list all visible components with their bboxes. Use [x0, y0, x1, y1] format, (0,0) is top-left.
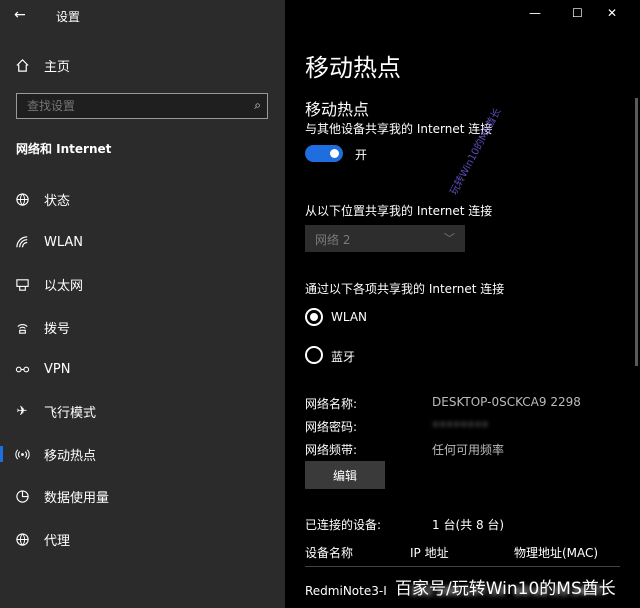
cell-device-name: RedmiNote3-I	[305, 584, 387, 598]
search-box[interactable]: ⌕	[16, 93, 268, 119]
sidebar-item-status[interactable]: 状态	[0, 181, 285, 217]
sidebar-item-vpn[interactable]: VPN	[0, 351, 285, 387]
ethernet-icon	[14, 276, 30, 292]
sidebar-item-label: 数据使用量	[44, 490, 110, 506]
column-device-name: 设备名称	[305, 546, 354, 560]
wifi-icon	[14, 234, 30, 250]
sidebar-item-label: 移动热点	[44, 448, 97, 464]
sidebar: ← 设置 主页 ⌕ 网络和 Internet 状态 WLAN 以太网 拨号	[0, 0, 285, 608]
hotspot-icon	[14, 446, 30, 462]
edit-button[interactable]: 编辑	[305, 461, 385, 489]
maximize-icon[interactable]: ☐	[572, 6, 583, 20]
column-ip-address: IP 地址	[410, 546, 449, 560]
radio-bluetooth-label: 蓝牙	[331, 350, 356, 364]
chevron-down-icon: ﹀	[444, 232, 455, 245]
sidebar-item-label: VPN	[44, 361, 71, 377]
toggle-state-label: 开	[355, 148, 368, 162]
scrollbar[interactable]	[635, 98, 638, 366]
page-title: 移动热点	[305, 54, 401, 82]
radio-wlan[interactable]	[305, 308, 323, 326]
sidebar-item-label: 状态	[44, 193, 71, 209]
minimize-icon[interactable]: —	[529, 6, 541, 20]
section-heading: 移动热点	[305, 100, 370, 119]
sidebar-item-label: 以太网	[44, 278, 84, 294]
network-name-label: 网络名称:	[305, 397, 358, 411]
dialup-icon	[14, 319, 30, 335]
toggle-knob	[330, 149, 339, 158]
nav-home[interactable]: 主页	[0, 47, 285, 83]
nav-home-label: 主页	[44, 59, 71, 75]
data-usage-icon	[14, 488, 30, 504]
proxy-globe-icon	[14, 531, 30, 547]
sidebar-item-wlan[interactable]: WLAN	[0, 224, 285, 260]
main-panel: — ☐ ✕ 移动热点 移动热点 与其他设备共享我的 Internet 连接 开 …	[285, 0, 640, 608]
vpn-icon	[14, 361, 30, 377]
diagonal-watermark: 玩转Win10的MS酋长	[448, 106, 504, 198]
search-icon[interactable]: ⌕	[254, 98, 261, 113]
share-from-label: 从以下位置共享我的 Internet 连接	[305, 204, 493, 218]
sidebar-item-hotspot[interactable]: 移动热点	[0, 436, 285, 472]
radio-wlan-label: WLAN	[331, 310, 368, 324]
sidebar-item-proxy[interactable]: 代理	[0, 521, 285, 557]
share-over-label: 通过以下各项共享我的 Internet 连接	[305, 282, 505, 296]
network-password-value: ••••••••	[432, 418, 489, 432]
connected-devices-label: 已连接的设备:	[305, 518, 382, 532]
close-icon[interactable]: ✕	[607, 6, 617, 20]
table-divider	[305, 566, 620, 567]
share-label: 与其他设备共享我的 Internet 连接	[305, 122, 493, 136]
connected-devices-value: 1 台(共 8 台)	[432, 518, 505, 532]
home-icon	[14, 57, 30, 73]
sidebar-item-label: 飞行模式	[44, 405, 97, 421]
title-bar: ← 设置	[0, 0, 285, 32]
back-arrow-icon[interactable]: ←	[14, 7, 26, 23]
sidebar-item-label: 拨号	[44, 321, 71, 337]
dropdown-value: 网络 2	[315, 233, 351, 247]
column-mac-address: 物理地址(MAC)	[514, 546, 599, 560]
sidebar-item-data-usage[interactable]: 数据使用量	[0, 478, 285, 514]
sidebar-item-airplane[interactable]: ✈ 飞行模式	[0, 393, 285, 429]
globe-status-icon	[14, 191, 30, 207]
window-title: 设置	[56, 10, 81, 24]
radio-bluetooth[interactable]	[305, 346, 323, 364]
sidebar-item-label: WLAN	[44, 234, 84, 250]
footer-watermark: 百家号/玩转Win10的MS酋长	[395, 579, 616, 599]
sidebar-item-dialup[interactable]: 拨号	[0, 309, 285, 345]
section-title: 网络和 Internet	[16, 142, 112, 156]
airplane-icon: ✈	[16, 403, 28, 419]
sidebar-item-ethernet[interactable]: 以太网	[0, 266, 285, 302]
network-password-label: 网络密码:	[305, 420, 358, 434]
hotspot-toggle[interactable]	[305, 145, 343, 162]
search-input[interactable]	[25, 98, 239, 114]
network-name-value: DESKTOP-0SCKCA9 2298	[432, 395, 581, 409]
share-from-dropdown[interactable]: 网络 2 ﹀	[305, 225, 465, 252]
network-band-value: 任何可用频率	[432, 443, 505, 457]
network-band-label: 网络频带:	[305, 443, 358, 457]
sidebar-item-label: 代理	[44, 533, 71, 549]
